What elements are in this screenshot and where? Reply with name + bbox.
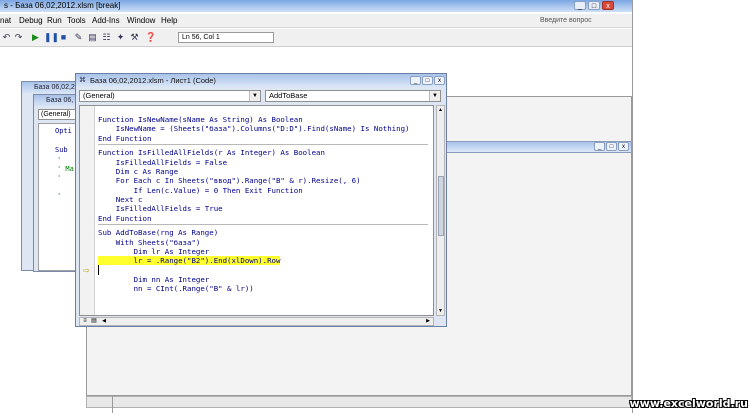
minimize-button[interactable]: _ (574, 1, 586, 10)
execution-arrow-icon: ⇨ (83, 266, 90, 275)
margin-indicator-bar[interactable] (80, 106, 95, 315)
design-mode-icon[interactable]: ✎ (73, 32, 84, 43)
menu-item-run[interactable]: Run (47, 15, 62, 27)
maximize-button[interactable]: □ (588, 1, 600, 10)
project-explorer-icon[interactable]: ▤ (87, 32, 98, 43)
code-line[interactable]: End Function (98, 134, 151, 143)
code-line[interactable]: nn = CInt(.Range("B" & lr)) (98, 284, 254, 293)
procedure-combo-value: AddToBase (269, 91, 308, 100)
watermark: www.excelworld.ru (629, 397, 749, 410)
undo-icon[interactable]: ↶ (1, 32, 12, 43)
code-window-close-button[interactable]: x (434, 76, 445, 85)
background-window-1-title: База 06,02,2 (22, 82, 80, 93)
bg-code-line: ' (57, 156, 62, 164)
code-line[interactable]: Sub AddToBase(rng As Range) (98, 228, 218, 237)
menu-item-window[interactable]: Window (127, 15, 155, 27)
procedure-combo[interactable]: AddToBase ▼ (265, 90, 441, 102)
inner-window-maximize-button[interactable]: □ (606, 142, 617, 151)
help-icon[interactable]: ❓ (145, 32, 156, 43)
run-icon[interactable]: ▶ (30, 32, 41, 43)
code-line[interactable]: IsNewName = (Sheets("база").Columns("D:D… (98, 124, 410, 133)
full-module-view-icon[interactable]: ▤ (90, 318, 98, 325)
code-line[interactable]: If Len(c.Value) = 0 Then Exit Function (98, 186, 303, 195)
procedure-view-icon[interactable]: ≡ (81, 318, 89, 325)
ide-right-border (632, 0, 633, 413)
horizontal-scrollbar[interactable] (86, 396, 632, 408)
chevron-down-icon[interactable]: ▼ (249, 91, 260, 101)
app-title: s - База 06,02,2012.xlsm [break] (4, 1, 121, 10)
code-line[interactable]: With Sheets("база") (98, 238, 201, 247)
code-line[interactable]: End Function (98, 214, 151, 223)
cursor-position-field: Ln 56, Col 1 (178, 32, 274, 43)
bg-code-line: Sub (55, 146, 68, 154)
code-line[interactable]: Function IsFilledAllFields(r As Integer)… (98, 148, 325, 157)
menu-item-debug[interactable]: Debug (19, 15, 43, 27)
break-icon[interactable]: ❚❚ (44, 32, 59, 43)
menu-item-format[interactable]: nat (0, 15, 11, 27)
code-line[interactable]: Dim c As Range (98, 167, 178, 176)
horizontal-scrollbar[interactable]: ≡ ▤ ◀ ▶ (79, 317, 434, 326)
scroll-up-icon[interactable]: ▲ (437, 106, 444, 114)
current-execution-line: lr = .Range("B2").End(xlDown).Row (98, 256, 281, 266)
code-line[interactable]: Next c (98, 195, 143, 204)
code-line[interactable]: For Each c In Sheets("ввод").Range("B" &… (98, 176, 361, 185)
object-combo-value: (General) (83, 91, 115, 100)
procedure-separator (98, 223, 428, 225)
close-button[interactable]: x (602, 1, 614, 10)
properties-icon[interactable]: ☷ (101, 32, 112, 43)
app-title-bar: s - База 06,02,2012.xlsm [break] (0, 0, 633, 12)
code-window-title: База 06,02,2012.xlsm - Лист1 (Code) (76, 74, 446, 87)
object-browser-icon[interactable]: ✦ (115, 32, 126, 43)
bg-code-line: ' (57, 192, 62, 200)
bg-code-line: Opti (55, 127, 72, 135)
redo-icon[interactable]: ↷ (13, 32, 24, 43)
scroll-down-icon[interactable]: ▼ (437, 307, 444, 315)
text-cursor (98, 265, 99, 275)
scroll-thumb[interactable] (438, 176, 444, 236)
menu-item-help[interactable]: Help (161, 15, 177, 27)
vertical-scrollbar[interactable]: ▲ ▼ (436, 105, 445, 316)
chevron-down-icon[interactable]: ▼ (429, 91, 440, 101)
bg-code-line: ' (57, 174, 62, 182)
code-window-maximize-button[interactable]: □ (422, 76, 433, 85)
scroll-left-icon[interactable]: ◀ (100, 318, 108, 325)
object-combo[interactable]: (General) ▼ (79, 90, 261, 102)
inner-window-minimize-button[interactable]: _ (594, 142, 605, 151)
bg-code-line: ' Ma (57, 165, 74, 173)
code-line[interactable]: IsFilledAllFields = True (98, 204, 223, 213)
code-window[interactable]: База 06,02,2012.xlsm - Лист1 (Code) ⌘ _ … (75, 73, 447, 327)
code-line[interactable]: Dim lr As Integer (98, 247, 210, 256)
code-line[interactable]: Dim nn As Integer (98, 275, 210, 284)
divider (112, 396, 113, 413)
reset-icon[interactable]: ■ (58, 32, 69, 43)
inner-window-close-button[interactable]: x (618, 142, 629, 151)
code-line[interactable]: lr = .Range("B2").End(xlDown).Row (98, 256, 281, 266)
menu-item-addins[interactable]: Add-Ins (92, 15, 120, 27)
code-editor[interactable]: ⇨ Function IsNewName(sName As String) As… (79, 105, 434, 316)
code-line[interactable]: IsFilledAllFields = False (98, 158, 227, 167)
code-window-minimize-button[interactable]: _ (410, 76, 421, 85)
menu-item-tools[interactable]: Tools (67, 15, 86, 27)
procedure-separator (98, 143, 428, 145)
ask-question-box[interactable]: Введите вопрос (540, 16, 624, 26)
code-line[interactable]: Function IsNewName(sName As String) As B… (98, 115, 303, 124)
toolbox-icon[interactable]: ⚒ (129, 32, 140, 43)
code-window-icon: ⌘ (79, 77, 86, 84)
scroll-right-icon[interactable]: ▶ (424, 318, 432, 325)
